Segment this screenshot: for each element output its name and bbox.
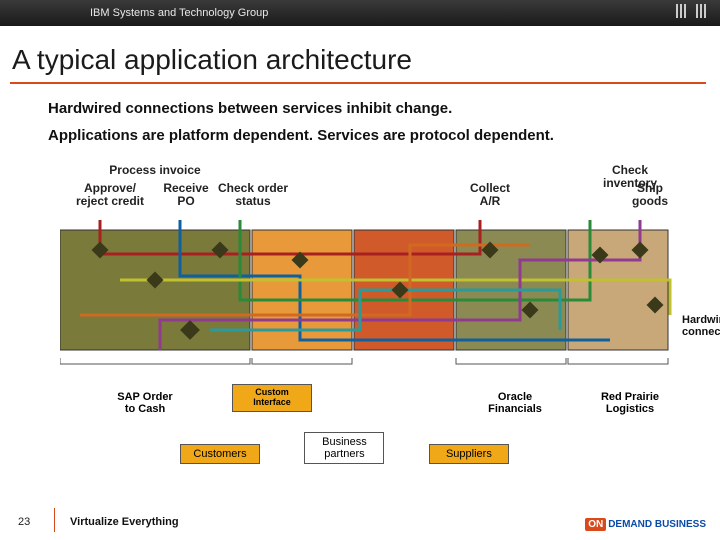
bullet-list: Hardwired connections between services i… (0, 94, 720, 160)
label-receive-po: Receive PO (156, 182, 216, 208)
actor-row: Customers Business partners Suppliers (180, 432, 549, 464)
box-customers: Customers (180, 444, 260, 464)
diagram-svg (60, 220, 690, 370)
box-suppliers: Suppliers (429, 444, 509, 464)
title-underline (10, 82, 706, 84)
box-partners: Business partners (304, 432, 384, 464)
page-number: 23 (18, 516, 30, 528)
footer-tagline: Virtualize Everything (70, 516, 179, 528)
ibm-logo (676, 0, 720, 26)
label-approve-reject: Approve/ reject credit (70, 182, 150, 208)
top-labels: Process invoice Approve/ reject credit R… (60, 164, 690, 220)
label-oracle: Oracle Financials (470, 388, 560, 418)
label-hardwired: Hardwired connections (682, 314, 720, 338)
header-group-label: IBM Systems and Technology Group (0, 0, 268, 26)
label-custom-interface: Custom Interface (232, 384, 312, 412)
label-sap: SAP Order to Cash (100, 388, 190, 418)
label-check-order: Check order status (208, 182, 298, 208)
ondemand-badge: ONDEMAND BUSINESS (585, 519, 706, 530)
label-process-invoice: Process invoice (90, 164, 220, 177)
architecture-diagram: Process invoice Approve/ reject credit R… (60, 164, 690, 424)
slide-footer: 23 Virtualize Everything ONDEMAND BUSINE… (0, 508, 720, 532)
slide-title: A typical application architecture (0, 26, 720, 78)
slide-header: IBM Systems and Technology Group (0, 0, 720, 26)
label-redprairie: Red Prairie Logistics (580, 388, 680, 418)
label-ship-goods: Ship goods (620, 182, 680, 208)
footer-separator (54, 508, 55, 532)
label-collect-ar: Collect A/R (455, 182, 525, 208)
bullet-2: Applications are platform dependent. Ser… (48, 127, 690, 144)
brackets (60, 358, 668, 364)
system-labels: SAP Order to Cash Custom Interface Oracl… (60, 376, 690, 424)
bullet-1: Hardwired connections between services i… (48, 100, 690, 117)
